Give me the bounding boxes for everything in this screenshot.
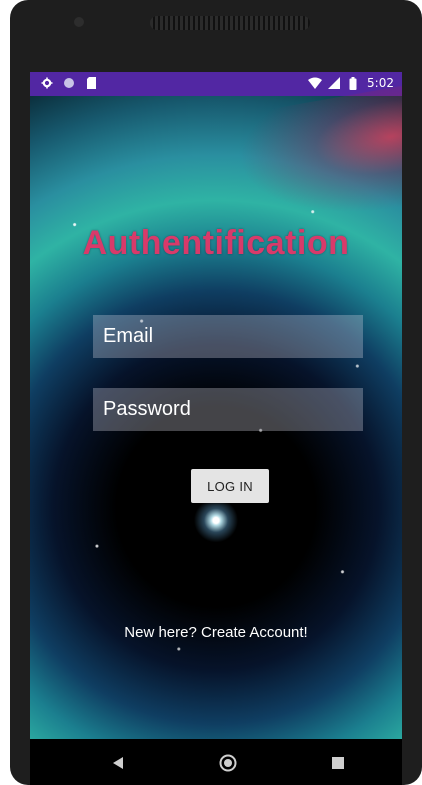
circle-icon [62, 76, 76, 90]
recents-icon[interactable] [326, 751, 350, 775]
create-account-link[interactable]: New here? Create Account! [30, 624, 402, 641]
email-field[interactable] [93, 315, 363, 358]
signal-icon [327, 76, 341, 90]
status-bar: 5:02 [30, 72, 402, 96]
page-title: Authentification [82, 224, 350, 262]
speaker-grille [150, 16, 310, 30]
battery-icon [346, 76, 360, 90]
front-camera [74, 17, 84, 27]
password-field[interactable] [93, 388, 363, 431]
back-icon[interactable] [106, 751, 130, 775]
sd-card-icon [84, 76, 98, 90]
settings-icon [40, 76, 54, 90]
home-icon[interactable] [216, 751, 240, 775]
navigation-bar [30, 739, 402, 785]
phone-frame: 5:02 Authentification LOG IN New here? C… [10, 0, 422, 785]
app-screen: 5:02 Authentification LOG IN New here? C… [30, 72, 402, 739]
wifi-icon [308, 76, 323, 90]
login-button[interactable]: LOG IN [191, 469, 269, 503]
